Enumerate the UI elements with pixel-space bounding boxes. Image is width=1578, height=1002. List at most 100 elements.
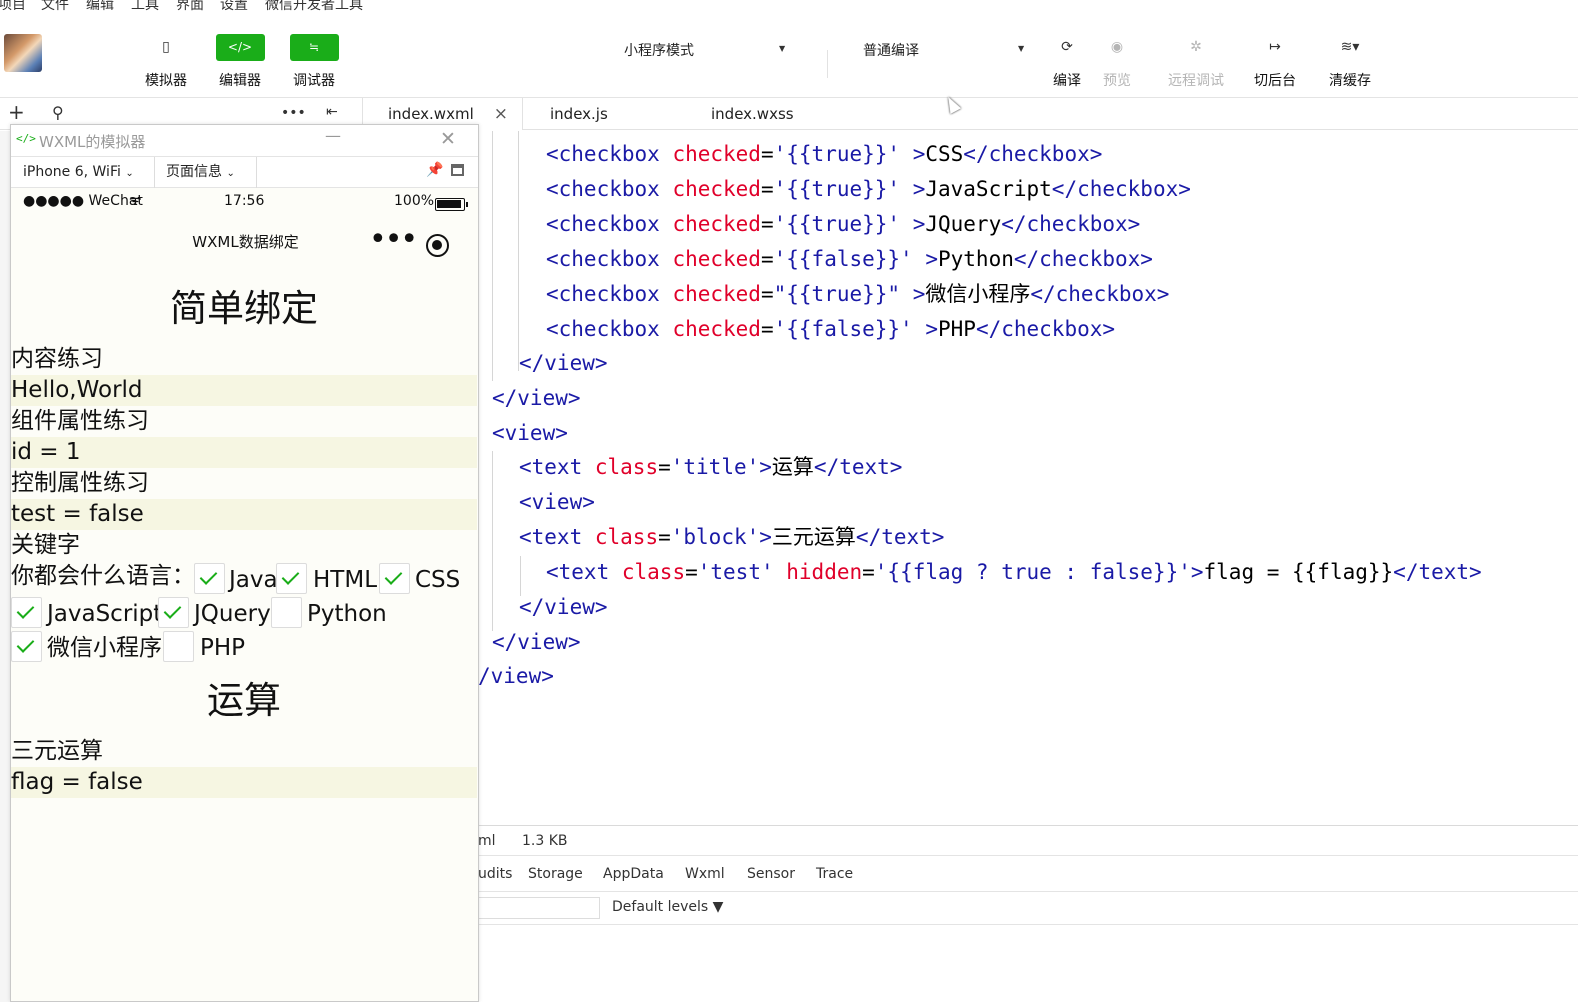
background-label: 切后台	[1254, 73, 1296, 89]
simulator-button[interactable]: ▯ 模拟器	[134, 34, 198, 90]
remote-debug-button[interactable]: ✲ 远程调试	[1164, 34, 1228, 90]
debugger-button[interactable]: ≒ 调试器	[282, 34, 346, 90]
indent-guide	[492, 131, 493, 381]
tab-trace[interactable]: Trace	[816, 866, 853, 882]
menu-devtools[interactable]: 微信开发者工具	[265, 0, 363, 14]
page-info-select[interactable]: 页面信息 ⌄	[154, 157, 256, 188]
code-editor[interactable]: <checkbox checked='{{true}}' >CSS</check…	[478, 131, 1578, 825]
tab-wxml[interactable]: Wxml	[685, 866, 725, 882]
code-line: <view>	[519, 490, 595, 514]
indent-guide	[520, 556, 521, 596]
background-button[interactable]: ↦ 切后台	[1243, 34, 1307, 90]
more-icon[interactable]: •••	[369, 222, 418, 257]
indent-guide	[518, 131, 519, 371]
menu-project[interactable]: 项目	[0, 0, 26, 14]
close-icon[interactable]: ✕	[440, 128, 456, 150]
menu-file[interactable]: 文件	[41, 0, 69, 14]
bug-icon: ✲	[1190, 39, 1202, 55]
window-icon[interactable]	[451, 164, 464, 176]
tab-sensor[interactable]: Sensor	[747, 866, 795, 882]
console-filter-input[interactable]	[478, 897, 600, 919]
ctrl-value: test = false	[11, 499, 477, 530]
tab-index-js[interactable]: index.js	[550, 98, 608, 130]
minimize-icon[interactable]: —	[325, 126, 341, 145]
tab-label: index.wxml	[388, 105, 474, 123]
eye-icon: ◉	[1110, 39, 1124, 55]
code-line: </view>	[492, 630, 581, 654]
clear-cache-button[interactable]: ≋▾ 清缓存	[1318, 34, 1382, 90]
code-line: <text class='test' hidden='{{flag ? true…	[546, 560, 1482, 584]
tab-storage[interactable]: Storage	[528, 866, 583, 882]
code-line: <checkbox checked='{{true}}' >CSS</check…	[546, 142, 1103, 166]
tab-audits[interactable]: udits	[478, 866, 512, 882]
remote-debug-label: 远程调试	[1168, 73, 1224, 89]
user-avatar[interactable]	[4, 34, 42, 72]
switch-out-icon: ↦	[1269, 39, 1281, 55]
debugger-icon: ≒	[289, 34, 339, 61]
more-icon[interactable]: •••	[281, 105, 306, 121]
tab-index-wxss[interactable]: index.wxss	[711, 98, 794, 130]
checkbox-python[interactable]	[271, 597, 302, 628]
code-line: <view>	[492, 421, 568, 445]
checkbox-label: Java	[229, 567, 278, 593]
search-icon[interactable]: ⚲	[52, 103, 64, 122]
chevron-down-icon: ⌄	[125, 168, 134, 179]
checkbox-php[interactable]	[163, 631, 194, 662]
menu-interface[interactable]: 界面	[176, 0, 204, 14]
checkbox-javascript[interactable]	[11, 597, 42, 628]
battery-icon	[435, 198, 468, 211]
menu-bar: 项目 文件 编辑 工具 界面 设置 微信开发者工具	[0, 0, 1578, 14]
section-title: 运算	[207, 679, 281, 722]
code-line: </view>	[519, 351, 608, 375]
toolbar: ▯ 模拟器 </> 编辑器 ≒ 调试器 小程序模式 ▼ 普通编译 ▼ ⟳ 编译 …	[0, 14, 1578, 98]
chevron-down-icon: ⌄	[226, 168, 235, 179]
plus-icon[interactable]: +	[8, 100, 25, 124]
checkbox-java[interactable]	[194, 563, 225, 594]
checkbox-html[interactable]	[276, 563, 307, 594]
content-value: Hello,World	[11, 375, 477, 406]
mode-select[interactable]: 小程序模式 ▼	[624, 40, 789, 60]
attr-label: 组件属性练习	[11, 408, 149, 434]
device-select[interactable]: iPhone 6, WiFi ⌄	[11, 157, 154, 188]
simulator-titlebar[interactable]: </> WXML的模拟器 — ✕	[11, 125, 478, 155]
phone-status-bar: ●●●●● WeChat ᯤ 17:56 100%	[11, 188, 478, 216]
simulator-toolbar: iPhone 6, WiFi ⌄ 页面信息 ⌄ 📌	[11, 156, 478, 188]
debugger-label: 调试器	[293, 73, 335, 89]
checkbox-jquery[interactable]	[158, 597, 189, 628]
close-capsule-icon[interactable]	[426, 234, 449, 257]
editor-button[interactable]: </> 编辑器	[208, 34, 272, 90]
file-type: ml	[478, 833, 496, 849]
phone-nav-bar: WXML数据绑定 •••	[11, 216, 478, 262]
bottom-panel: ml 1.3 KB udits Storage AppData Wxml Sen…	[478, 825, 1578, 1002]
log-levels-select[interactable]: Default levels ▼	[612, 899, 723, 915]
code-line: /view>	[478, 664, 554, 688]
code-line: <checkbox checked='{{false}}' >PHP</chec…	[546, 317, 1116, 341]
tab-appdata[interactable]: AppData	[603, 866, 664, 882]
code-line: <text class='block'>三元运算</text>	[519, 525, 945, 549]
checkbox-css[interactable]	[379, 563, 410, 594]
tab-label: index.js	[550, 105, 608, 123]
checkbox-label: 微信小程序	[47, 635, 162, 661]
compile-mode-select[interactable]: 普通编译 ▼	[863, 40, 1028, 60]
menu-edit[interactable]: 编辑	[86, 0, 114, 14]
clear-cache-label: 清缓存	[1329, 73, 1371, 89]
compile-mode-value: 普通编译	[863, 43, 919, 59]
pin-icon[interactable]: 📌	[426, 162, 443, 178]
menu-settings[interactable]: 设置	[220, 0, 248, 14]
checkbox-wechat-miniprogram[interactable]	[11, 631, 42, 662]
close-icon[interactable]: ×	[494, 98, 508, 130]
chevron-down-icon: ▼	[1018, 44, 1025, 53]
code-icon: </>	[16, 132, 36, 145]
preview-button[interactable]: ◉ 预览	[1085, 34, 1149, 90]
attr-value: id = 1	[11, 437, 477, 468]
preview-label: 预览	[1103, 73, 1131, 89]
battery-percent: 100%	[394, 193, 435, 209]
editor-label: 编辑器	[219, 73, 261, 89]
code-icon: </>	[215, 34, 265, 61]
collapse-icon[interactable]: ⇤	[326, 104, 338, 120]
simulator-window: </> WXML的模拟器 — ✕ iPhone 6, WiFi ⌄ 页面信息 ⌄…	[10, 124, 479, 1002]
menu-tools[interactable]: 工具	[131, 0, 159, 14]
code-line: <checkbox checked='{{false}}' >Python</c…	[546, 247, 1153, 271]
status-time: 17:56	[224, 193, 265, 209]
ternary-value: flag = false	[11, 767, 477, 798]
